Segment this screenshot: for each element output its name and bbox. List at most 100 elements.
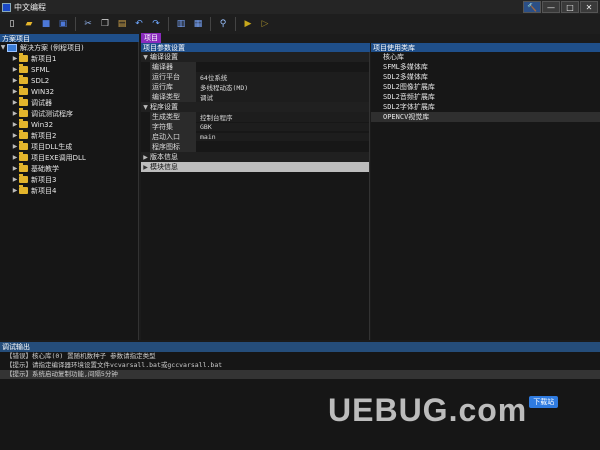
collapse-arrow-icon[interactable]: ▶ [12,165,18,172]
collapse-arrow-icon[interactable]: ▶ [12,176,18,183]
library-item[interactable]: SDL2多媒体库 [371,72,600,82]
collapse-arrow-icon[interactable]: ▶ [12,143,18,150]
tree-item[interactable]: ▶ Win32 [0,119,138,130]
collapse-arrow-icon[interactable]: ▶ [12,154,18,161]
tree-item[interactable]: ▶ 项目EXE调用DLL [0,152,138,163]
collapse-arrow-icon[interactable]: ▶ [12,132,18,139]
solution-icon [7,43,17,52]
collapse-arrow-icon[interactable]: ▶ [12,88,18,95]
watermark: UEBUG.com 下载站 [328,392,559,429]
property-key: 运行库 [150,82,196,92]
tree-item-label: 新项目2 [31,131,57,140]
library-item-selected[interactable]: OPENCV视觉库 [371,112,600,122]
maximize-button[interactable]: □ [561,1,579,13]
property-row[interactable]: 程序图标 [141,142,369,152]
tree-item-label: Win32 [31,120,54,129]
new-file-icon[interactable]: ▯ [5,17,19,31]
tree-item[interactable]: ▶ 新项目4 [0,185,138,196]
tab-project[interactable]: 项目 [141,33,161,43]
tree-item-label: 项目EXE调用DLL [31,153,86,162]
property-row[interactable]: 编译类型 调试 [141,92,369,102]
paste-icon[interactable]: ▤ [115,17,129,31]
title-bar: 中文编程 🔨 — □ ✕ [0,0,600,14]
watermark-badge: 下载站 [529,395,559,408]
collapse-arrow-icon[interactable]: ▶ [12,110,18,117]
property-group-label: 版本信息 [150,153,178,161]
tree-item[interactable]: ▶ 新项目1 [0,53,138,64]
property-value[interactable]: 多线程动态(MD) [196,82,369,92]
panel-left-icon[interactable]: ▥ [174,17,188,31]
expand-arrow-icon[interactable]: ▶ [141,164,150,171]
tree-item-label: 调试器 [31,98,52,107]
tree-item[interactable]: ▶ 新项目3 [0,174,138,185]
watermark-text: UEBUG.com [328,392,528,428]
property-value[interactable]: 64位系统 [196,72,369,82]
collapse-arrow-icon[interactable]: ▶ [12,66,18,73]
redo-icon[interactable]: ↷ [149,17,163,31]
tree-item[interactable]: ▶ 调试器 [0,97,138,108]
property-key: 编译器 [150,62,196,72]
tree-item[interactable]: ▶ 调试测试程序 [0,108,138,119]
property-group[interactable]: ▶ 版本信息 [141,152,369,162]
find-icon[interactable]: ⚲ [216,17,230,31]
output-line-highlighted: 【提示】系统启动复制功能,间隔5分钟 [0,370,600,379]
library-item[interactable]: 核心库 [371,52,600,62]
tree-item-label: 新项目1 [31,54,57,63]
window-controls: 🔨 — □ ✕ [523,1,598,13]
copy-icon[interactable]: ❐ [98,17,112,31]
library-item[interactable]: SFML多媒体库 [371,62,600,72]
collapse-arrow-icon[interactable]: ▶ [12,187,18,194]
collapse-arrow-icon[interactable]: ▶ [12,99,18,106]
collapse-arrow-icon[interactable]: ▶ [12,55,18,62]
library-list: 核心库 SFML多媒体库 SDL2多媒体库 SDL2图像扩展库 SDL2音频扩展… [371,52,600,340]
property-group-selected[interactable]: ▶ 模块信息 [141,162,369,172]
property-group-label: 模块信息 [150,163,178,171]
property-row[interactable]: 运行库 多线程动态(MD) [141,82,369,92]
collapse-arrow-icon[interactable]: ▶ [12,121,18,128]
tools-button[interactable]: 🔨 [523,1,541,13]
property-value[interactable]: main [196,133,369,141]
step-icon[interactable]: ▷ [258,17,272,31]
panel-split-icon[interactable]: ▦ [191,17,205,31]
collapse-arrow-icon[interactable]: ▼ [141,54,150,61]
tree-item[interactable]: ▶ SFML [0,64,138,75]
tree-item[interactable]: ▶ WIN32 [0,86,138,97]
property-row[interactable]: 字符集 GBK [141,122,369,132]
property-row[interactable]: 生成类型 控制台程序 [141,112,369,122]
folder-icon [19,86,28,95]
collapse-arrow-icon[interactable]: ▼ [141,104,150,111]
expand-arrow-icon[interactable]: ▶ [141,154,150,161]
tree-item[interactable]: ▶ 基础教学 [0,163,138,174]
folder-icon [19,108,28,117]
property-row[interactable]: 启动入口 main [141,132,369,142]
property-value[interactable]: 调试 [196,92,369,102]
tab-strip [140,34,600,42]
library-item[interactable]: SDL2字体扩展库 [371,102,600,112]
collapse-arrow-icon[interactable]: ▶ [12,77,18,84]
undo-icon[interactable]: ↶ [132,17,146,31]
debug-output-header: 调试输出 [0,342,600,352]
property-value[interactable]: GBK [196,123,369,131]
property-group[interactable]: ▼ 程序设置 [141,102,369,112]
run-icon[interactable]: ▶ [241,17,255,31]
property-group-label: 程序设置 [150,103,178,111]
property-row[interactable]: 编译器 [141,62,369,72]
tree-item[interactable]: ▶ 项目DLL生成 [0,141,138,152]
tree-item[interactable]: ▶ SDL2 [0,75,138,86]
library-item[interactable]: SDL2图像扩展库 [371,82,600,92]
tree-item[interactable]: ▶ 新项目2 [0,130,138,141]
library-item[interactable]: SDL2音频扩展库 [371,92,600,102]
close-button[interactable]: ✕ [580,1,598,13]
property-value[interactable]: 控制台程序 [196,112,369,122]
save-icon[interactable]: ■ [39,17,53,31]
minimize-button[interactable]: — [542,1,560,13]
save-all-icon[interactable]: ▣ [56,17,70,31]
property-row[interactable]: 运行平台 64位系统 [141,72,369,82]
expand-arrow-icon[interactable]: ▼ [0,44,6,51]
open-folder-icon[interactable]: ▰ [22,17,36,31]
output-line: 【提示】请指定编译器环境设置文件vcvarsall.bat或gccvarsall… [6,361,223,369]
cut-icon[interactable]: ✂ [81,17,95,31]
property-group[interactable]: ▼ 编译设置 [141,52,369,62]
tree-root[interactable]: ▼ 解决方案 (例程项目) [0,42,138,53]
tree-root-label: 解决方案 (例程项目) [20,43,84,52]
